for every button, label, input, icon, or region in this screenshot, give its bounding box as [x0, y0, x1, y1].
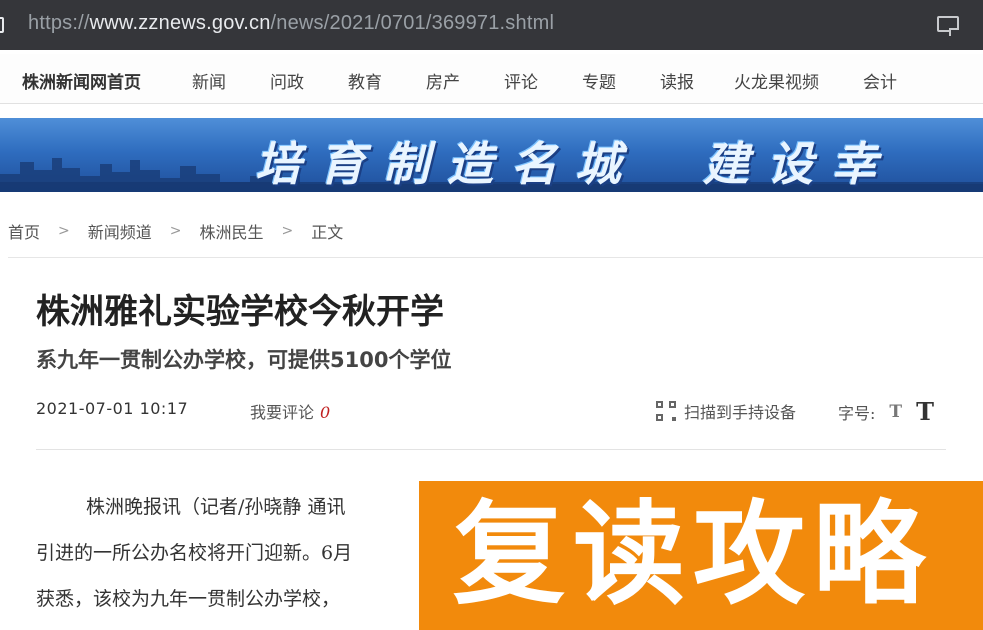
banner-slogan: 培育制造名城 建设幸	[255, 137, 895, 191]
comment-count: 0	[320, 403, 331, 422]
comment-link[interactable]: 我要评论 0	[250, 399, 330, 423]
nav-item-news[interactable]: 新闻	[192, 68, 226, 93]
nav-item-realestate[interactable]: 房产	[426, 68, 460, 93]
publish-date: 2021-07-01 10:17	[36, 399, 189, 418]
chevron-right-icon: >	[58, 223, 70, 239]
nav-item-video[interactable]: 火龙果视频	[734, 68, 819, 93]
chevron-right-icon: >	[169, 223, 182, 239]
article-title: 株洲雅礼实验学校今秋开学	[36, 292, 444, 332]
breadcrumb-zhuzhou-livelihood[interactable]: 株洲民生	[200, 219, 264, 243]
nav-item-topics[interactable]: 专题	[582, 68, 616, 93]
article-paragraph-line: 引进的一所公办名校将开门迎新。6月	[36, 542, 353, 564]
article-paragraph-line: 获悉，该校为九年一贯制公办学校，	[36, 588, 341, 610]
font-size-label: 字号:	[838, 403, 876, 423]
url-text[interactable]: https://www.zznews.gov.cn/news/2021/0701…	[28, 12, 554, 35]
breadcrumb-news-channel[interactable]: 新闻频道	[88, 219, 152, 243]
font-large-button[interactable]: T	[916, 397, 934, 426]
promo-overlay: 复读攻略	[419, 481, 983, 630]
divider	[36, 449, 946, 450]
nav-item-wenzheng[interactable]: 问政	[270, 68, 304, 93]
comment-label: 我要评论	[250, 403, 315, 422]
banner: 培育制造名城 建设幸	[0, 118, 983, 192]
nav-item-comment[interactable]: 评论	[504, 68, 538, 93]
scan-label: 扫描到手持设备	[684, 403, 797, 422]
font-size-control: 字号: T T	[838, 397, 934, 426]
divider	[8, 257, 983, 258]
promo-overlay-text: 复读攻略	[453, 490, 933, 620]
qr-code-icon	[656, 401, 676, 421]
breadcrumb: 首页 > 新闻频道 > 株洲民生 > 正文	[8, 219, 343, 243]
browser-address-bar[interactable]: https://www.zznews.gov.cn/news/2021/0701…	[0, 0, 983, 50]
chevron-right-icon: >	[281, 223, 294, 239]
nav-item-accounting[interactable]: 会计	[863, 68, 897, 93]
breadcrumb-current: 正文	[311, 223, 344, 242]
cast-icon[interactable]	[937, 16, 959, 36]
breadcrumb-home[interactable]: 首页	[8, 219, 40, 243]
site-info-icon[interactable]	[0, 17, 4, 33]
scan-to-device-button[interactable]: 扫描到手持设备	[656, 399, 796, 423]
nav-item-epaper[interactable]: 读报	[660, 68, 694, 93]
top-navigation: 株洲新闻网首页 新闻 问政 教育 房产 评论 专题 读报 火龙果视频 会计	[0, 54, 983, 104]
url-path: /news/2021/0701/369971.shtml	[270, 12, 555, 34]
url-scheme: https://	[28, 12, 90, 34]
font-small-button[interactable]: T	[889, 402, 902, 422]
article-subtitle: 系九年一贯制公办学校，可提供5100个学位	[36, 348, 452, 372]
nav-menu: 新闻 问政 教育 房产 评论 专题 读报 火龙果视频 会计	[192, 68, 941, 93]
url-host: www.zznews.gov.cn	[89, 12, 271, 34]
nav-item-education[interactable]: 教育	[348, 68, 382, 93]
article-paragraph-line: 株洲晚报讯（记者/孙晓静 通讯	[86, 496, 346, 518]
nav-home-link[interactable]: 株洲新闻网首页	[22, 68, 141, 93]
